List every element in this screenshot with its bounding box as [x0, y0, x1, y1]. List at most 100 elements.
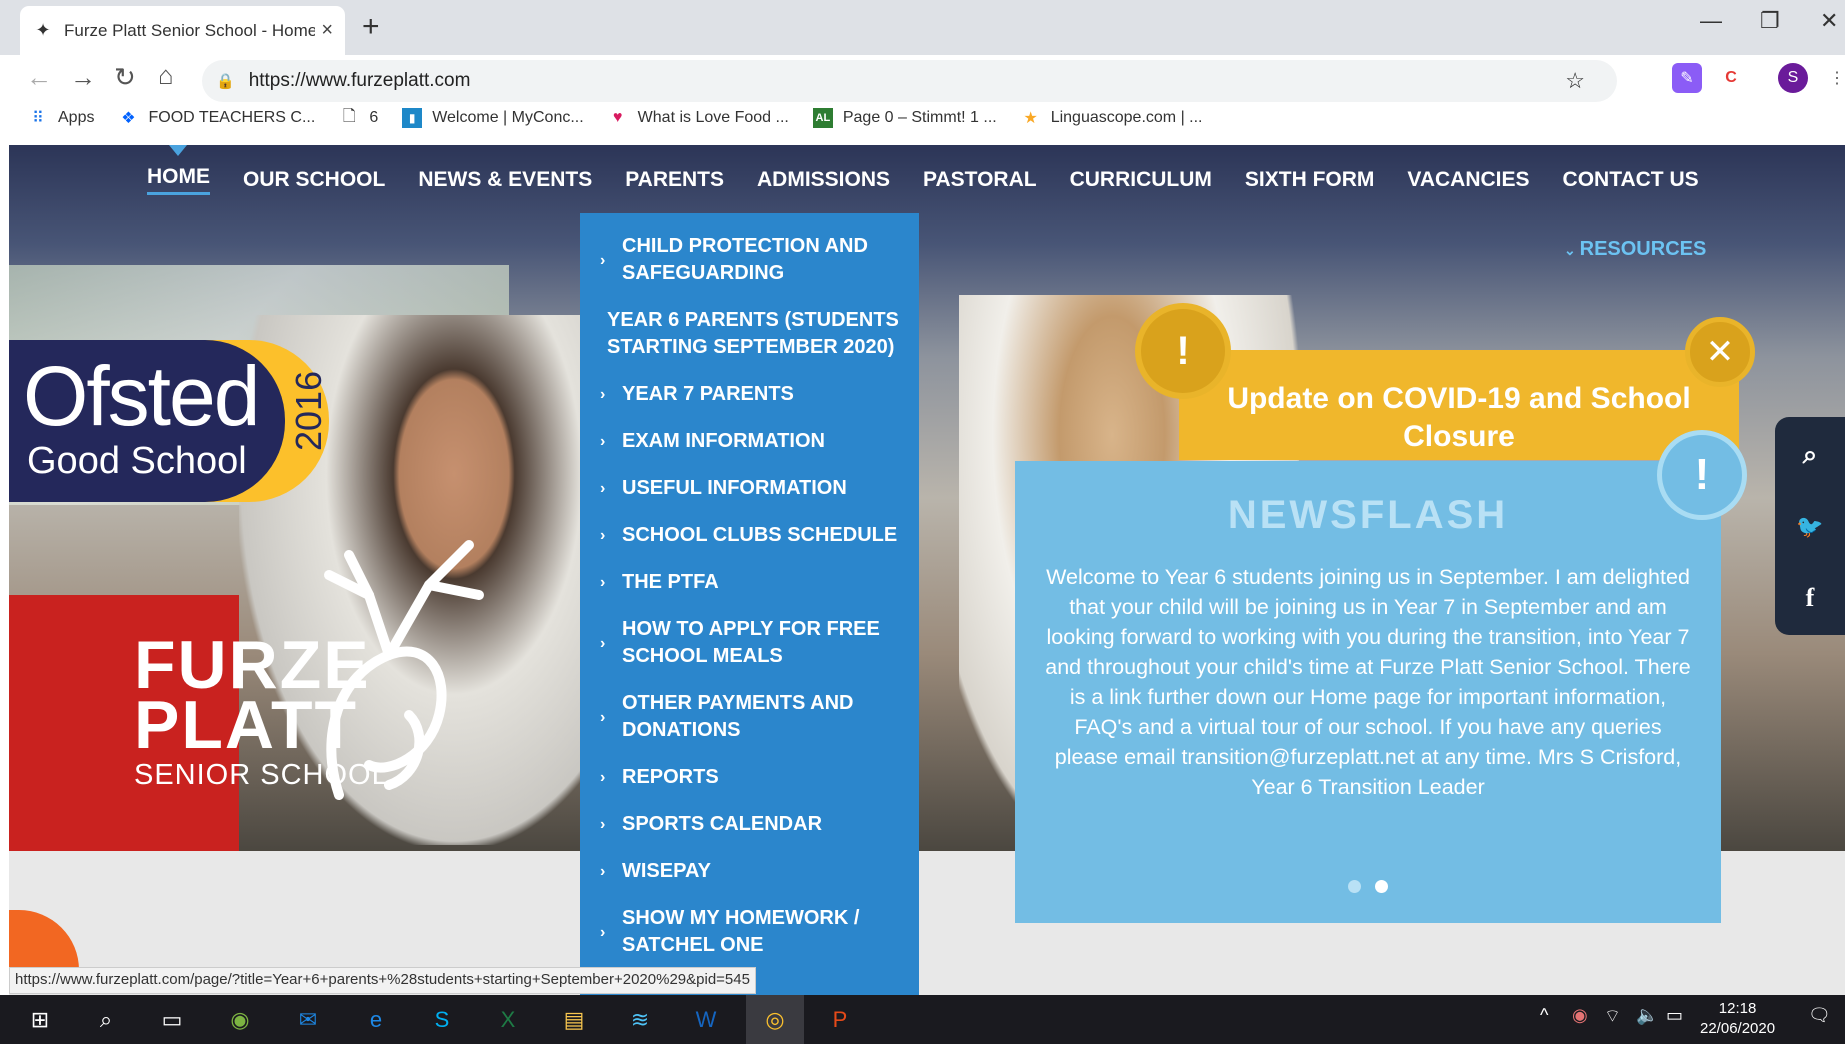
bookmark-apps[interactable]: ⠿ Apps: [28, 108, 94, 128]
dropbox-icon: ❖: [121, 110, 136, 127]
parents-menu-label: WISEPAY: [622, 860, 711, 882]
task-view-icon[interactable]: ▭: [146, 995, 198, 1044]
network-icon[interactable]: ⌔: [1604, 1005, 1621, 1028]
nav-pastoral[interactable]: PASTORAL: [923, 168, 1037, 192]
chevron-right-icon: ›: [600, 769, 606, 786]
chevron-right-icon: ›: [600, 251, 606, 269]
parents-menu-label: YEAR 7 PARENTS: [622, 383, 794, 405]
parents-menu-item[interactable]: › REPORTS: [580, 754, 919, 801]
ofsted-year: 2016: [288, 370, 329, 451]
url-text: https://www.furzeplatt.com: [248, 70, 471, 91]
nav-home[interactable]: HOME: [147, 165, 210, 195]
bookmark-label: 6: [369, 109, 379, 126]
minimize-button[interactable]: —: [1700, 8, 1722, 34]
nav-admissions[interactable]: ADMISSIONS: [757, 168, 890, 192]
volume-icon[interactable]: 🔈: [1636, 1005, 1658, 1026]
parents-menu-item[interactable]: › CHILD PROTECTION AND SAFEGUARDING: [580, 223, 919, 297]
parents-menu-label: HOW TO APPLY FOR FREE SCHOOL MEALS: [622, 618, 880, 667]
parents-menu-item[interactable]: › WISEPAY: [580, 848, 919, 895]
skype-icon[interactable]: S: [416, 995, 468, 1044]
app-go-icon[interactable]: ◉: [214, 995, 266, 1044]
file-explorer-icon[interactable]: ▤: [548, 995, 600, 1044]
forward-icon[interactable]: →: [70, 62, 96, 93]
bookmark-star-icon[interactable]: ☆: [1565, 68, 1585, 94]
ofsted-badge: Ofsted Good School 2016: [9, 340, 329, 502]
search-icon[interactable]: ⌕: [80, 995, 132, 1044]
menu-kebab-icon[interactable]: ⋮: [1822, 63, 1845, 93]
resources-link[interactable]: ⌄ RESOURCES: [1564, 238, 1706, 261]
nav-parents[interactable]: PARENTS: [625, 168, 724, 192]
parents-menu-item[interactable]: › THE PTFA: [580, 559, 919, 606]
chrome-icon[interactable]: ◎: [746, 995, 804, 1044]
word-icon[interactable]: W: [680, 995, 732, 1044]
search-icon[interactable]: ⌕: [1803, 439, 1818, 471]
parents-menu-item[interactable]: › USEFUL INFORMATION: [580, 465, 919, 512]
chevron-right-icon: ›: [600, 816, 606, 833]
clock-date: 22/06/2020: [1700, 1020, 1776, 1037]
close-window-button[interactable]: ✕: [1820, 8, 1838, 34]
system-clock[interactable]: 12:18 22/06/2020: [1700, 999, 1775, 1039]
notifications-icon[interactable]: 🗨: [1808, 1005, 1831, 1026]
bookmark-stimmt[interactable]: AL Page 0 – Stimmt! 1 ...: [812, 108, 997, 128]
battery-icon[interactable]: ▭: [1666, 1005, 1683, 1026]
nav-curriculum[interactable]: CURRICULUM: [1070, 168, 1212, 192]
wifi-app-icon[interactable]: ≋: [614, 995, 666, 1044]
google-extension-icon[interactable]: C: [1716, 63, 1746, 93]
parents-menu-item[interactable]: › SPORTS CALENDAR: [580, 801, 919, 848]
parents-menu-label: OTHER PAYMENTS AND DONATIONS: [622, 692, 854, 741]
carousel-dot-1[interactable]: [1348, 880, 1361, 893]
chevron-right-icon: ›: [600, 923, 606, 941]
nav-sixth-form[interactable]: SIXTH FORM: [1245, 168, 1375, 192]
tab-close-icon[interactable]: ×: [321, 19, 333, 42]
newsflash-heading: NEWSFLASH: [1227, 493, 1509, 537]
profile-avatar[interactable]: S: [1778, 63, 1808, 93]
main-nav: HOME OUR SCHOOL NEWS & EVENTS PARENTS AD…: [9, 145, 1845, 215]
tray-app-icon[interactable]: ◉: [1572, 1005, 1588, 1026]
reload-icon[interactable]: ↻: [114, 62, 136, 93]
excel-icon[interactable]: X: [482, 995, 534, 1044]
browser-tab[interactable]: ✦ Furze Platt Senior School - Home ×: [20, 6, 345, 55]
parents-menu-item[interactable]: › SHOW MY HOMEWORK / SATCHEL ONE: [580, 895, 919, 969]
bookmark-6[interactable]: 🗋 6: [339, 108, 378, 128]
back-icon[interactable]: ←: [26, 62, 52, 93]
bookmark-label: Page 0 – Stimmt! 1 ...: [842, 109, 997, 126]
parents-menu-item[interactable]: › EXAM INFORMATION: [580, 418, 919, 465]
extension-icon[interactable]: ✎: [1672, 63, 1702, 93]
address-bar[interactable]: 🔒 https://www.furzeplatt.com ☆: [202, 60, 1617, 102]
covid-banner[interactable]: Update on COVID-19 and School Closure: [1179, 350, 1739, 460]
bookmark-label: Welcome | MyConc...: [432, 109, 584, 126]
twitter-icon[interactable]: 🐦: [1796, 514, 1823, 540]
ofsted-title: Ofsted: [23, 349, 260, 443]
windows-start-icon[interactable]: ⊞: [14, 995, 66, 1044]
nav-news-events[interactable]: NEWS & EVENTS: [418, 168, 592, 192]
parents-menu-item[interactable]: › YEAR 7 PARENTS: [580, 371, 919, 418]
parents-menu-item[interactable]: › HOW TO APPLY FOR FREE SCHOOL MEALS: [580, 606, 919, 680]
chevron-right-icon: ›: [600, 480, 606, 497]
bookmark-love-food[interactable]: ♥ What is Love Food ...: [608, 108, 789, 128]
chevron-right-icon: ›: [600, 433, 606, 450]
parents-menu-item[interactable]: › OTHER PAYMENTS AND DONATIONS: [580, 680, 919, 754]
new-tab-button[interactable]: +: [362, 10, 380, 44]
carousel-dot-2[interactable]: [1375, 880, 1388, 893]
tab-title: Furze Platt Senior School - Home: [64, 20, 316, 40]
bookmark-food-teachers[interactable]: ❖ FOOD TEACHERS C...: [118, 108, 315, 128]
nav-our-school[interactable]: OUR SCHOOL: [243, 168, 385, 192]
parents-menu-item[interactable]: YEAR 6 PARENTS (STUDENTS STARTING SEPTEM…: [580, 297, 919, 371]
powerpoint-icon[interactable]: P: [814, 995, 866, 1044]
nav-vacancies[interactable]: VACANCIES: [1407, 168, 1529, 192]
apps-grid-icon: ⠿: [32, 110, 44, 127]
bookmark-linguascope[interactable]: ★ Linguascope.com | ...: [1021, 108, 1203, 128]
nav-contact-us[interactable]: CONTACT US: [1563, 168, 1699, 192]
bookmark-myconcern[interactable]: ▮ Welcome | MyConc...: [402, 108, 584, 128]
internet-explorer-icon[interactable]: e: [350, 995, 402, 1044]
tray-chevron-icon[interactable]: ^: [1540, 1005, 1548, 1026]
newsflash-alert-icon: !: [1657, 430, 1747, 520]
parents-menu-item[interactable]: › SCHOOL CLUBS SCHEDULE: [580, 512, 919, 559]
outlook-icon[interactable]: ✉: [282, 995, 334, 1044]
home-icon[interactable]: ⌂: [158, 60, 174, 91]
close-popup-button[interactable]: ✕: [1685, 317, 1755, 387]
clock-time: 12:18: [1718, 1000, 1757, 1017]
logo-line-3: SENIOR SCHOOL: [134, 759, 389, 791]
restore-button[interactable]: ❐: [1760, 8, 1780, 34]
facebook-icon[interactable]: f: [1806, 583, 1815, 613]
